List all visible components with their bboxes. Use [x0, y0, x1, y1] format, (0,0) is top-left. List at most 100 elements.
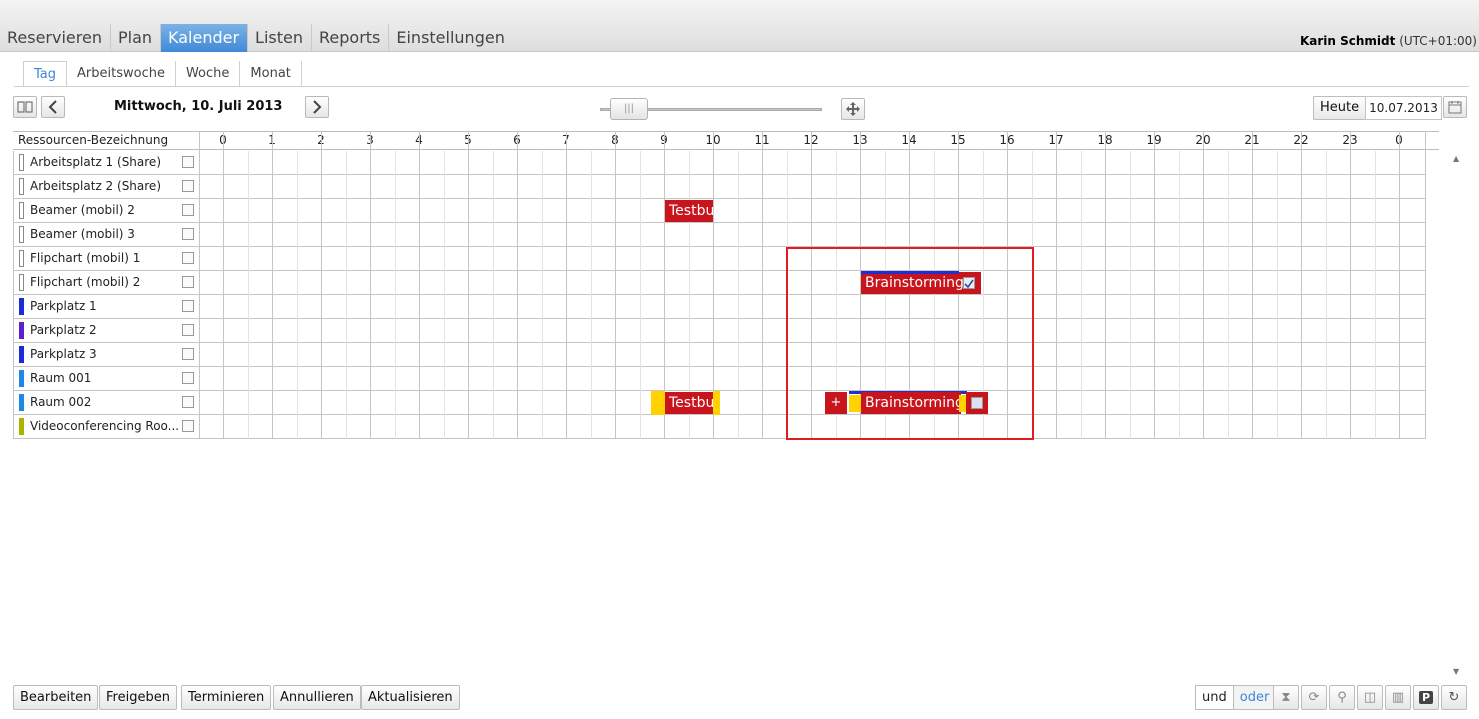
zoom-slider-handle[interactable]: ||| [610, 98, 648, 120]
resource-label: Beamer (mobil) 3 [13, 223, 199, 246]
toggle-or[interactable]: oder [1232, 686, 1276, 709]
resource-name: Arbeitsplatz 1 (Share) [30, 155, 161, 169]
grid-line [762, 131, 763, 439]
resource-checkbox[interactable] [182, 372, 194, 384]
grid-line [1277, 151, 1278, 439]
resource-row[interactable]: Beamer (mobil) 3 [13, 223, 1426, 247]
menu-kalender[interactable]: Kalender [161, 24, 249, 52]
resource-row[interactable]: Parkplatz 2 [13, 319, 1426, 343]
grid-line [297, 151, 298, 439]
prev-day-button[interactable] [41, 96, 65, 118]
resource-row[interactable]: Arbeitsplatz 1 (Share) [13, 151, 1426, 175]
grid-line [248, 151, 249, 439]
resource-row[interactable]: Videoconferencing Roo... [13, 415, 1426, 439]
resource-name: Raum 001 [30, 371, 92, 385]
resource-calendar-grid: Ressourcen-Bezeichnung 01234567891011121… [13, 131, 1439, 441]
menu-plan[interactable]: Plan [111, 24, 162, 52]
resource-checkbox[interactable] [182, 420, 194, 432]
grid-line [419, 131, 420, 439]
aktualisieren-button[interactable]: Aktualisieren [361, 685, 460, 710]
scroll-down-icon[interactable]: ▼ [1453, 667, 1459, 676]
parking-icon[interactable]: P [1413, 685, 1439, 710]
resource-color-swatch [19, 154, 24, 171]
tab-arbeitswoche[interactable]: Arbeitswoche [67, 61, 176, 87]
resource-label: Parkplatz 1 [13, 295, 199, 318]
grid-line [1203, 131, 1204, 439]
grid-line [591, 151, 592, 439]
annullieren-button[interactable]: Annullieren [273, 685, 361, 710]
resource-color-swatch [19, 394, 24, 411]
grid-line [223, 131, 224, 439]
resource-checkbox[interactable] [182, 252, 194, 264]
resource-row[interactable]: Arbeitsplatz 2 (Share) [13, 175, 1426, 199]
resource-checkbox[interactable] [182, 324, 194, 336]
grid-line [566, 131, 567, 439]
tab-tag[interactable]: Tag [23, 61, 68, 87]
resource-name: Parkplatz 2 [30, 323, 97, 337]
grid-line [1326, 151, 1327, 439]
split-view-icon[interactable]: ◫ [1357, 685, 1383, 710]
and-or-toggle: und oder [1195, 685, 1277, 710]
calendar-icon[interactable] [1443, 96, 1467, 118]
freigeben-button[interactable]: Freigeben [99, 685, 177, 710]
menu-listen[interactable]: Listen [248, 24, 312, 52]
grid-line [1252, 131, 1253, 439]
resource-row[interactable]: Parkplatz 3 [13, 343, 1426, 367]
booking-buffer-right [959, 395, 966, 412]
resource-checkbox[interactable] [182, 156, 194, 168]
resource-checkbox[interactable] [182, 276, 194, 288]
print-icon[interactable]: ▥ [1385, 685, 1411, 710]
grid-line [1301, 131, 1302, 439]
zoom-slider[interactable]: ||| [594, 98, 830, 120]
booking-brainstorming[interactable]: Brainstorming [861, 392, 961, 414]
view-tabs: Tag Arbeitswoche Woche Monat [23, 61, 302, 87]
booking-checkbox[interactable] [971, 397, 983, 409]
resource-row[interactable]: Flipchart (mobil) 2 [13, 271, 1426, 295]
scroll-up-icon[interactable]: ▲ [1453, 154, 1459, 163]
move-icon[interactable] [841, 98, 865, 120]
today-button[interactable]: Heute [1313, 96, 1367, 120]
menu-reservieren[interactable]: Reservieren [0, 24, 111, 52]
user-info: Karin Schmidt (UTC+01:00) [1300, 34, 1477, 48]
tab-monat[interactable]: Monat [240, 61, 302, 87]
menu-reports[interactable]: Reports [312, 24, 390, 52]
terminieren-button[interactable]: Terminieren [181, 685, 272, 710]
next-day-button[interactable] [305, 96, 329, 118]
resource-row[interactable]: Parkplatz 1 [13, 295, 1426, 319]
vertical-scrollbar[interactable]: ▲ ▼ [1451, 152, 1463, 682]
resource-checkbox[interactable] [182, 204, 194, 216]
grid-line [1179, 151, 1180, 439]
resource-checkbox[interactable] [182, 348, 194, 360]
booking-checkbox[interactable] [963, 277, 975, 289]
booking-buffer-right [713, 391, 720, 415]
bearbeiten-button[interactable]: Bearbeiten [13, 685, 99, 710]
resource-checkbox[interactable] [182, 228, 194, 240]
resource-row[interactable]: Raum 001 [13, 367, 1426, 391]
resource-checkbox[interactable] [182, 396, 194, 408]
grid-line [517, 131, 518, 439]
resource-checkbox[interactable] [182, 180, 194, 192]
resource-checkbox[interactable] [182, 300, 194, 312]
grid-line [199, 131, 200, 439]
hourglass-icon[interactable]: ⧗ [1273, 685, 1299, 710]
toggle-and[interactable]: und [1196, 686, 1233, 709]
resource-row[interactable]: Flipchart (mobil) 1 [13, 247, 1426, 271]
booking-testbu[interactable]: Testbu [665, 392, 713, 414]
date-input[interactable]: 10.07.2013 [1365, 96, 1442, 120]
booking-testbu[interactable]: Testbu [665, 200, 713, 222]
sync-icon[interactable]: ⟳ [1301, 685, 1327, 710]
tab-woche[interactable]: Woche [176, 61, 241, 87]
refresh-icon[interactable]: ↻ [1441, 685, 1467, 710]
booking-buffer-left [849, 395, 861, 412]
book-icon[interactable] [13, 96, 37, 118]
chevron-left-icon [48, 100, 57, 114]
grid-line [1105, 131, 1106, 439]
grid-line [346, 151, 347, 439]
resource-name: Raum 002 [30, 395, 92, 409]
add-booking-button[interactable]: + [825, 392, 847, 414]
menu-einstellungen[interactable]: Einstellungen [389, 24, 512, 52]
resource-icon[interactable]: ⚲ [1329, 685, 1355, 710]
chevron-right-icon [313, 100, 322, 114]
resource-color-swatch [19, 322, 24, 339]
resource-row[interactable]: Beamer (mobil) 2 [13, 199, 1426, 223]
